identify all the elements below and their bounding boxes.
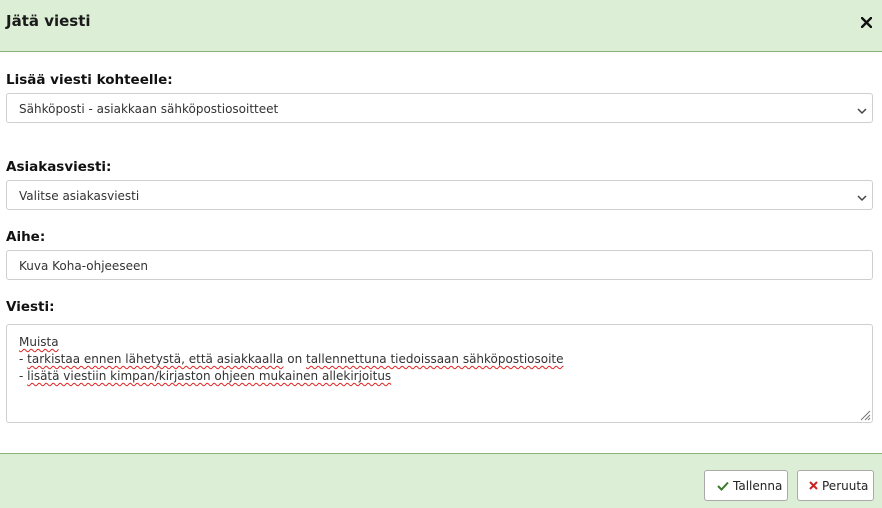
leave-message-dialog: Jätä viesti Lisää viesti kohteelle: Sähk…: [0, 0, 882, 508]
message-line: Muista: [19, 334, 564, 351]
close-icon: [859, 13, 873, 32]
dialog-header: Jätä viesti: [0, 0, 882, 52]
template-label: Asiakasviesti:: [6, 159, 112, 175]
subject-label: Aihe:: [6, 229, 46, 245]
resize-handle-icon[interactable]: [858, 408, 871, 421]
cancel-button-label: Peruuta: [822, 478, 869, 493]
subject-input-value: Kuva Koha-ohjeeseen: [19, 259, 148, 273]
x-icon: [809, 481, 818, 490]
message-text-segment: on: [283, 352, 306, 366]
chevron-down-icon: [857, 104, 867, 115]
misspelled-text: tarkistaa ennen lähetystä, että asiakkaa…: [27, 352, 284, 366]
template-select-value: Valitse asiakasviesti: [19, 189, 140, 203]
dialog-footer: Tallenna Peruuta: [0, 453, 882, 508]
dialog-body: Lisää viesti kohteelle: Sähköposti - asi…: [0, 53, 882, 453]
save-button[interactable]: Tallenna: [704, 470, 788, 501]
message-text: Muista - tarkistaa ennen lähetystä, että …: [19, 334, 564, 385]
message-text-segment: -: [19, 369, 28, 383]
subject-input[interactable]: Kuva Koha-ohjeeseen: [6, 250, 873, 280]
dialog-title: Jätä viesti: [6, 12, 91, 30]
check-icon: [717, 481, 729, 491]
message-textarea[interactable]: Muista - tarkistaa ennen lähetystä, että …: [6, 324, 873, 423]
template-select[interactable]: Valitse asiakasviesti: [6, 180, 873, 210]
destination-label: Lisää viesti kohteelle:: [6, 72, 173, 88]
destination-select-value: Sähköposti - asiakkaan sähköpostiosoitte…: [19, 102, 279, 116]
message-label: Viesti:: [6, 299, 55, 315]
message-line: - tarkistaa ennen lähetystä, että asiakk…: [19, 351, 564, 368]
message-line: - lisätä viestiin kimpan/kirjaston ohjee…: [19, 368, 564, 385]
cancel-button[interactable]: Peruuta: [797, 470, 874, 501]
message-text-segment: -: [19, 352, 28, 366]
close-button[interactable]: [859, 13, 873, 31]
misspelled-text: lisätä viestiin kimpan/kirjaston ohjeen …: [27, 369, 392, 383]
misspelled-text: Muista: [19, 335, 59, 349]
misspelled-text: tallennettuna tiedoissaan sähköpostiosoi…: [305, 352, 564, 366]
save-button-label: Tallenna: [733, 478, 783, 493]
destination-select[interactable]: Sähköposti - asiakkaan sähköpostiosoitte…: [6, 93, 873, 123]
chevron-down-icon: [857, 191, 867, 202]
